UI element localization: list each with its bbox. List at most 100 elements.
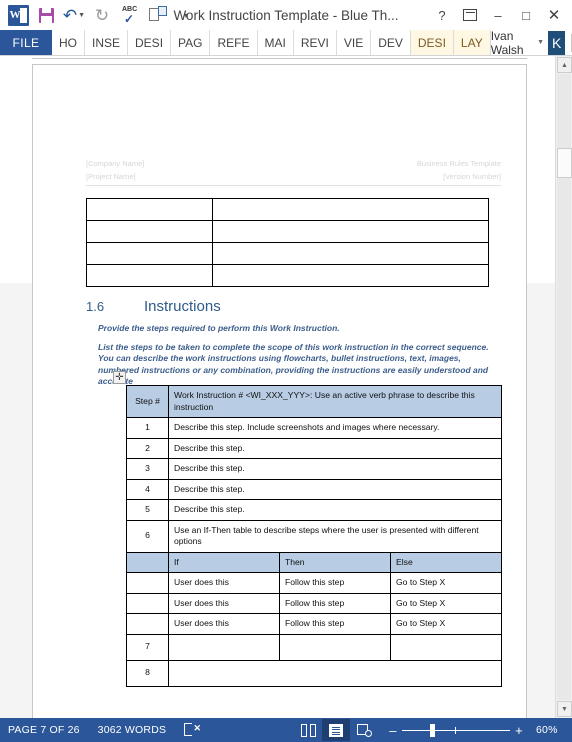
zoom-in-button[interactable]: + bbox=[510, 723, 528, 738]
tab-mailings[interactable]: MAI bbox=[258, 30, 294, 55]
cell-step-description[interactable]: Describe this step. bbox=[168, 478, 502, 500]
tab-table-layout[interactable]: LAY bbox=[453, 30, 491, 55]
status-word-count[interactable]: 3062 WORDS bbox=[98, 724, 167, 736]
vertical-scrollbar[interactable]: ▲ ▼ bbox=[555, 56, 572, 718]
table-move-handle-icon[interactable]: ✛ bbox=[113, 371, 126, 384]
metadata-table[interactable] bbox=[86, 198, 489, 287]
close-button[interactable]: ✕ bbox=[541, 3, 567, 27]
share-button[interactable]: K bbox=[548, 30, 566, 55]
cell-step-number[interactable]: 7 bbox=[126, 633, 169, 661]
zoom-slider[interactable] bbox=[402, 723, 510, 737]
tab-home[interactable]: HO bbox=[52, 30, 85, 55]
cell-step-number[interactable]: 5 bbox=[126, 499, 169, 521]
work-instruction-steps-table[interactable]: Step # Work Instruction # <WI_XXX_YYY>: … bbox=[126, 385, 502, 687]
header-cell-step[interactable]: Step # bbox=[126, 385, 169, 418]
table-row[interactable]: 4 Describe this step. bbox=[126, 478, 502, 500]
tab-file[interactable]: FILE bbox=[0, 30, 52, 55]
cell-else[interactable]: Go to Step X bbox=[390, 613, 502, 635]
print-preview-icon[interactable] bbox=[145, 3, 171, 27]
table-row[interactable]: User does this Follow this step Go to St… bbox=[126, 572, 502, 594]
table-cell[interactable] bbox=[86, 242, 213, 265]
table-row[interactable]: 6 Use an If-Then table to describe steps… bbox=[126, 519, 502, 553]
document-page[interactable]: [Company Name] Business Rules Template [… bbox=[32, 64, 527, 718]
minimize-button[interactable]: – bbox=[485, 3, 511, 27]
cell-then[interactable] bbox=[279, 633, 391, 661]
tab-design[interactable]: DESI bbox=[128, 30, 172, 55]
cell-then[interactable]: Follow this step bbox=[279, 613, 391, 635]
cell-if[interactable]: User does this bbox=[168, 592, 280, 614]
cell-then[interactable]: Follow this step bbox=[279, 592, 391, 614]
tab-page-layout[interactable]: PAG bbox=[171, 30, 211, 55]
cell-if[interactable]: User does this bbox=[168, 613, 280, 635]
read-mode-view-button[interactable] bbox=[294, 719, 322, 741]
table-cell[interactable] bbox=[86, 198, 213, 221]
cell-step-number[interactable]: 4 bbox=[126, 478, 169, 500]
tab-table-design[interactable]: DESI bbox=[410, 30, 454, 55]
help-button[interactable]: ? bbox=[429, 3, 455, 27]
table-cell[interactable] bbox=[212, 220, 489, 243]
tab-insert[interactable]: INSE bbox=[85, 30, 129, 55]
user-name-label[interactable]: Ivan Walsh bbox=[491, 29, 533, 57]
proofing-errors-icon[interactable]: ✕ bbox=[184, 723, 201, 737]
chevron-down-icon[interactable]: ▼ bbox=[537, 39, 544, 46]
scroll-up-icon[interactable]: ▲ bbox=[557, 57, 572, 73]
document-canvas[interactable]: [Company Name] Business Rules Template [… bbox=[0, 56, 555, 718]
table-row[interactable]: 5 Describe this step. bbox=[126, 499, 502, 521]
maximize-button[interactable]: □ bbox=[513, 3, 539, 27]
tab-references[interactable]: REFE bbox=[210, 30, 258, 55]
table-row[interactable]: 3 Describe this step. bbox=[126, 458, 502, 480]
cell-else[interactable]: Go to Step X bbox=[390, 572, 502, 594]
scrollbar-thumb[interactable] bbox=[557, 148, 572, 178]
customize-qat-icon[interactable]: ▾ bbox=[173, 3, 199, 27]
ifthen-header-cell-if[interactable]: If bbox=[168, 551, 280, 573]
spelling-grammar-icon[interactable]: ABC ✓ bbox=[117, 3, 143, 27]
table-row[interactable]: 1 Describe this step. Include screenshot… bbox=[126, 417, 502, 439]
tab-developer[interactable]: DEV bbox=[371, 30, 411, 55]
table-row[interactable]: 7 bbox=[126, 633, 502, 661]
table-row[interactable]: User does this Follow this step Go to St… bbox=[126, 592, 502, 614]
cell-step-description[interactable] bbox=[168, 659, 502, 687]
tab-view[interactable]: VIE bbox=[337, 30, 372, 55]
word-logo-icon[interactable]: W bbox=[5, 3, 31, 27]
table-cell[interactable] bbox=[212, 242, 489, 265]
cell-then[interactable]: Follow this step bbox=[279, 572, 391, 594]
cell-else[interactable]: Go to Step X bbox=[390, 592, 502, 614]
cell-step-number[interactable]: 6 bbox=[126, 519, 169, 553]
cell-step-number[interactable]: 2 bbox=[126, 437, 169, 459]
cell-step-number[interactable]: 1 bbox=[126, 417, 169, 439]
undo-icon[interactable]: ↶ ▼ bbox=[61, 3, 87, 27]
cell-step-description[interactable]: Use an If-Then table to describe steps w… bbox=[168, 519, 502, 553]
web-layout-view-button[interactable] bbox=[350, 719, 378, 741]
zoom-slider-thumb[interactable] bbox=[430, 724, 435, 737]
table-cell[interactable] bbox=[212, 264, 489, 287]
table-cell[interactable] bbox=[86, 220, 213, 243]
cell-step-description[interactable]: Describe this step. bbox=[168, 499, 502, 521]
ifthen-header-cell-then[interactable]: Then bbox=[279, 551, 391, 573]
status-page-indicator[interactable]: PAGE 7 OF 26 bbox=[8, 724, 80, 736]
ribbon-display-options-icon[interactable] bbox=[457, 3, 483, 27]
header-cell-description[interactable]: Work Instruction # <WI_XXX_YYY>: Use an … bbox=[168, 385, 502, 418]
cell-step-number[interactable] bbox=[126, 592, 169, 614]
scroll-down-icon[interactable]: ▼ bbox=[557, 701, 572, 717]
tab-review[interactable]: REVI bbox=[294, 30, 337, 55]
cell-step-description[interactable]: Describe this step. bbox=[168, 458, 502, 480]
cell-step-description[interactable]: Describe this step. bbox=[168, 437, 502, 459]
table-header-row[interactable]: Step # Work Instruction # <WI_XXX_YYY>: … bbox=[126, 385, 502, 418]
cell-else[interactable] bbox=[390, 633, 502, 661]
print-layout-view-button[interactable] bbox=[322, 719, 350, 741]
zoom-level-label[interactable]: 60% bbox=[536, 724, 564, 736]
table-row[interactable]: 8 bbox=[126, 659, 502, 687]
table-cell[interactable] bbox=[86, 264, 213, 287]
redo-icon[interactable]: ↻ bbox=[89, 3, 115, 27]
table-row[interactable] bbox=[86, 242, 489, 265]
cell-step-description[interactable]: Describe this step. Include screenshots … bbox=[168, 417, 502, 439]
table-row[interactable] bbox=[86, 198, 489, 221]
cell-step-number[interactable] bbox=[126, 613, 169, 635]
zoom-out-button[interactable]: – bbox=[384, 723, 402, 738]
cell-step-number[interactable]: 3 bbox=[126, 458, 169, 480]
table-row[interactable]: User does this Follow this step Go to St… bbox=[126, 613, 502, 635]
cell-step-number[interactable] bbox=[126, 572, 169, 594]
ifthen-header-cell-step[interactable] bbox=[126, 551, 169, 573]
table-row[interactable] bbox=[86, 220, 489, 243]
ifthen-header-cell-else[interactable]: Else bbox=[390, 551, 502, 573]
